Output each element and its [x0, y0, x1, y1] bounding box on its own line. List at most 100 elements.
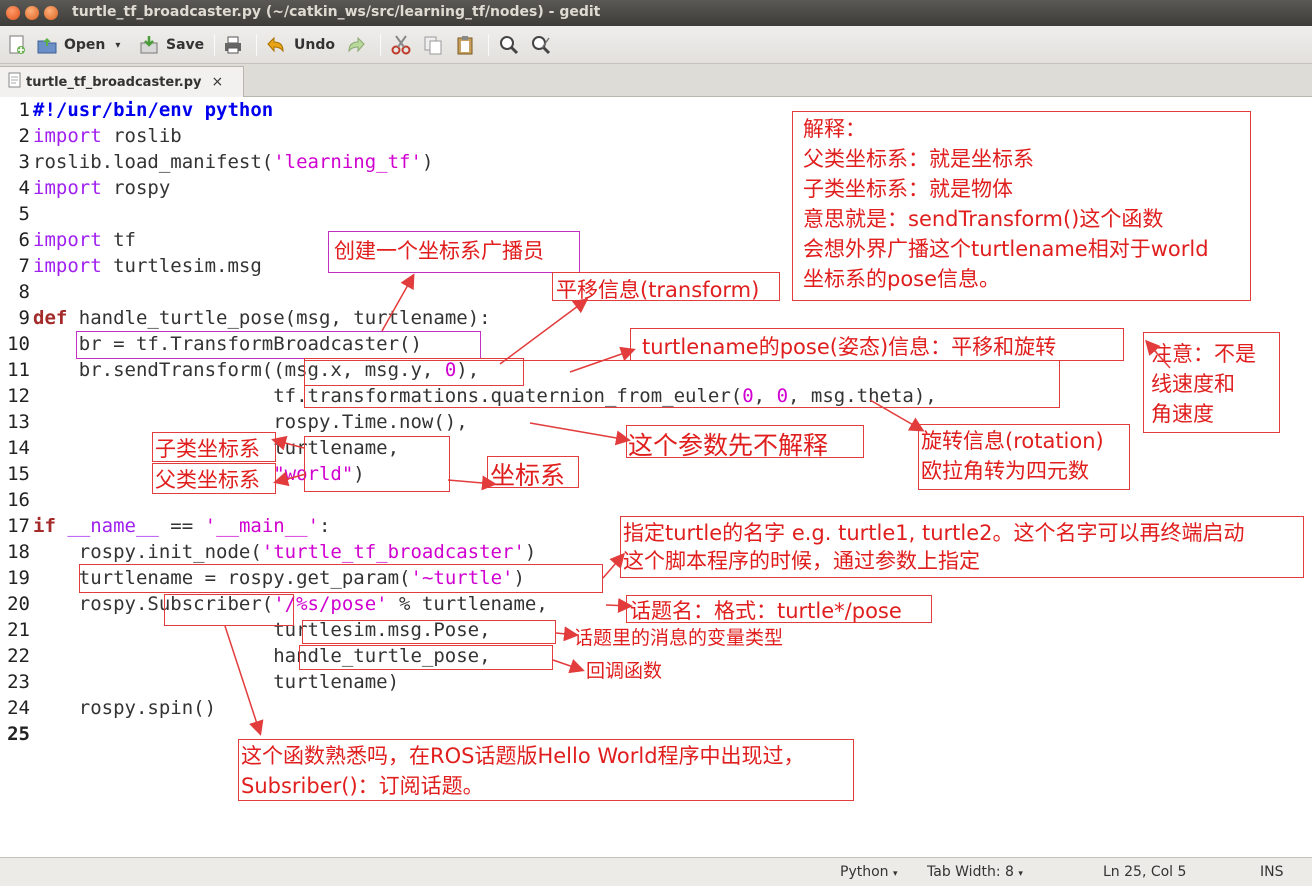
line-number: 10	[7, 333, 30, 355]
minimize-window-button[interactable]	[25, 6, 39, 20]
copy-button[interactable]	[422, 30, 444, 60]
code-line[interactable]: 15 "world")	[0, 461, 365, 487]
paste-button[interactable]	[454, 30, 476, 60]
code-line[interactable]: 22 handle_turtle_pose,	[0, 643, 490, 669]
open-label: Open	[64, 37, 106, 53]
code-line[interactable]: 4 import rospy	[0, 175, 171, 201]
line-number: 6	[18, 229, 30, 251]
explain-line-6: 坐标系的pose信息。	[803, 267, 1001, 291]
explain-line-5: 会想外界广播这个turtlename相对于world	[803, 237, 1209, 261]
save-button[interactable]: Save	[138, 30, 204, 60]
code-line[interactable]: 16	[0, 487, 30, 513]
get-param-line-box	[79, 564, 603, 593]
undo-button[interactable]: Undo	[264, 30, 335, 60]
cursor-position: Ln 25, Col 5	[1103, 864, 1187, 880]
status-bar: Python ▾ Tab Width: 8 ▾ Ln 25, Col 5 INS	[0, 857, 1312, 886]
line-number: 15	[7, 463, 30, 485]
code-line[interactable]: 10 br = tf.TransformBroadcaster()	[0, 331, 422, 357]
line-number: 24	[7, 697, 30, 719]
chevron-down-icon: ▾	[892, 869, 898, 879]
chevron-down-icon[interactable]: ▾	[115, 40, 120, 51]
code-text: turtlename)	[33, 671, 400, 693]
turtle-name-note-box: 指定turtle的名字 e.g. turtle1, turtle2。这个名字可以…	[620, 516, 1304, 578]
parent-frame-note: 父类坐标系	[155, 468, 260, 492]
code-line[interactable]: 19 turtlename = rospy.get_param('~turtle…	[0, 565, 525, 591]
find-replace-button[interactable]	[530, 30, 552, 60]
line-number: 4	[18, 177, 30, 199]
title-bar: turtle_tf_broadcaster.py (~/catkin_ws/sr…	[0, 0, 1312, 26]
code-line[interactable]: 25	[0, 721, 30, 747]
code-text: if __name__ == '__main__':	[33, 515, 331, 537]
copy-icon	[422, 34, 444, 56]
subscriber-note-box: 这个函数熟悉吗，在ROS话题版Hello World程序中出现过， Subsri…	[238, 739, 854, 801]
toolbar: Open ▾ Save Undo	[0, 26, 1312, 64]
line-number: 12	[7, 385, 30, 407]
code-line[interactable]: 12 tf.transformations.quaternion_from_eu…	[0, 383, 937, 409]
tab-turtle-tf-broadcaster[interactable]: turtle_tf_broadcaster.py ×	[0, 66, 244, 97]
code-text: def handle_turtle_pose(msg, turtlename):	[33, 307, 491, 329]
code-line[interactable]: 6 import tf	[0, 227, 136, 253]
close-icon[interactable]: ×	[212, 74, 224, 90]
code-line[interactable]: 9 def handle_turtle_pose(msg, turtlename)…	[0, 305, 491, 331]
chevron-down-icon: ▾	[1018, 869, 1023, 879]
line-number: 7	[18, 255, 30, 277]
subscriber-line-1: 这个函数熟悉吗，在ROS话题版Hello World程序中出现过，	[241, 744, 805, 768]
code-line[interactable]: 24 rospy.spin()	[0, 695, 216, 721]
find-button[interactable]	[498, 30, 520, 60]
code-line[interactable]: 23 turtlename)	[0, 669, 399, 695]
line-number: 19	[7, 567, 30, 589]
broadcaster-note: 创建一个坐标系广播员	[334, 239, 544, 263]
save-icon	[138, 34, 160, 56]
notice-note-box: 注意：不是 线速度和 角速度	[1143, 332, 1280, 433]
code-line[interactable]: 7 import turtlesim.msg	[0, 253, 262, 279]
code-line[interactable]: 5	[0, 201, 30, 227]
insert-mode: INS	[1260, 864, 1284, 880]
window-title: turtle_tf_broadcaster.py (~/catkin_ws/sr…	[72, 4, 601, 20]
msg-type-note: 话题里的消息的变量类型	[574, 627, 784, 649]
code-line[interactable]: 11 br.sendTransform((msg.x, msg.y, 0),	[0, 357, 479, 383]
topic-name-note: 话题名：格式：turtle*/pose	[630, 599, 902, 623]
code-text: import roslib	[33, 125, 182, 147]
explanation-note-box: 解释： 父类坐标系：就是坐标系 子类坐标系：就是物体 意思就是：sendTran…	[792, 111, 1251, 301]
line-number: 11	[7, 359, 30, 381]
broadcaster-line-box	[76, 331, 481, 359]
code-line[interactable]: 14 turtlename,	[0, 435, 399, 461]
msg-type-arg-box	[302, 620, 556, 644]
code-line[interactable]: 2 import roslib	[0, 123, 182, 149]
line-number: 14	[7, 437, 30, 459]
code-line[interactable]: 8	[0, 279, 30, 305]
redo-icon	[346, 34, 368, 56]
line-number: 17	[7, 515, 30, 537]
tab-width-selector[interactable]: Tab Width: 8 ▾	[927, 864, 1023, 880]
code-text: #!/usr/bin/env python	[33, 99, 274, 121]
notice-line-1: 注意：不是	[1151, 342, 1256, 366]
maximize-window-button[interactable]	[44, 6, 58, 20]
new-document-button[interactable]	[6, 30, 28, 60]
subscriber-word-box	[164, 594, 294, 626]
undo-label: Undo	[294, 37, 335, 53]
code-line[interactable]: 1 #!/usr/bin/env python	[0, 97, 274, 123]
clipboard-icon	[454, 34, 476, 56]
code-line[interactable]: 21 turtlesim.msg.Pose,	[0, 617, 490, 643]
line-number: 8	[18, 281, 30, 303]
code-line[interactable]: 13 rospy.Time.now(),	[0, 409, 468, 435]
find-replace-icon	[530, 34, 552, 56]
code-line[interactable]: 17 if __name__ == '__main__':	[0, 513, 330, 539]
code-line[interactable]: 3 roslib.load_manifest('learning_tf')	[0, 149, 434, 175]
close-window-button[interactable]	[6, 6, 20, 20]
line-number: 25	[7, 723, 30, 745]
cut-button[interactable]	[390, 30, 412, 60]
code-line[interactable]: 20 rospy.Subscriber('/%s/pose' % turtlen…	[0, 591, 548, 617]
explain-line-3: 子类坐标系：就是物体	[803, 177, 1013, 201]
rotation-line-2: 欧拉角转为四元数	[921, 459, 1089, 483]
print-button[interactable]	[222, 30, 244, 60]
line-number: 3	[18, 151, 30, 173]
line-number: 5	[18, 203, 30, 225]
redo-button[interactable]	[346, 30, 368, 60]
python-file-icon	[8, 72, 22, 92]
rotation-line-1: 旋转信息(rotation)	[921, 429, 1104, 453]
code-line[interactable]: 18 rospy.init_node('turtle_tf_broadcaste…	[0, 539, 536, 565]
line-number: 20	[7, 593, 30, 615]
language-selector[interactable]: Python ▾	[840, 864, 898, 880]
open-button[interactable]: Open ▾	[36, 30, 120, 60]
